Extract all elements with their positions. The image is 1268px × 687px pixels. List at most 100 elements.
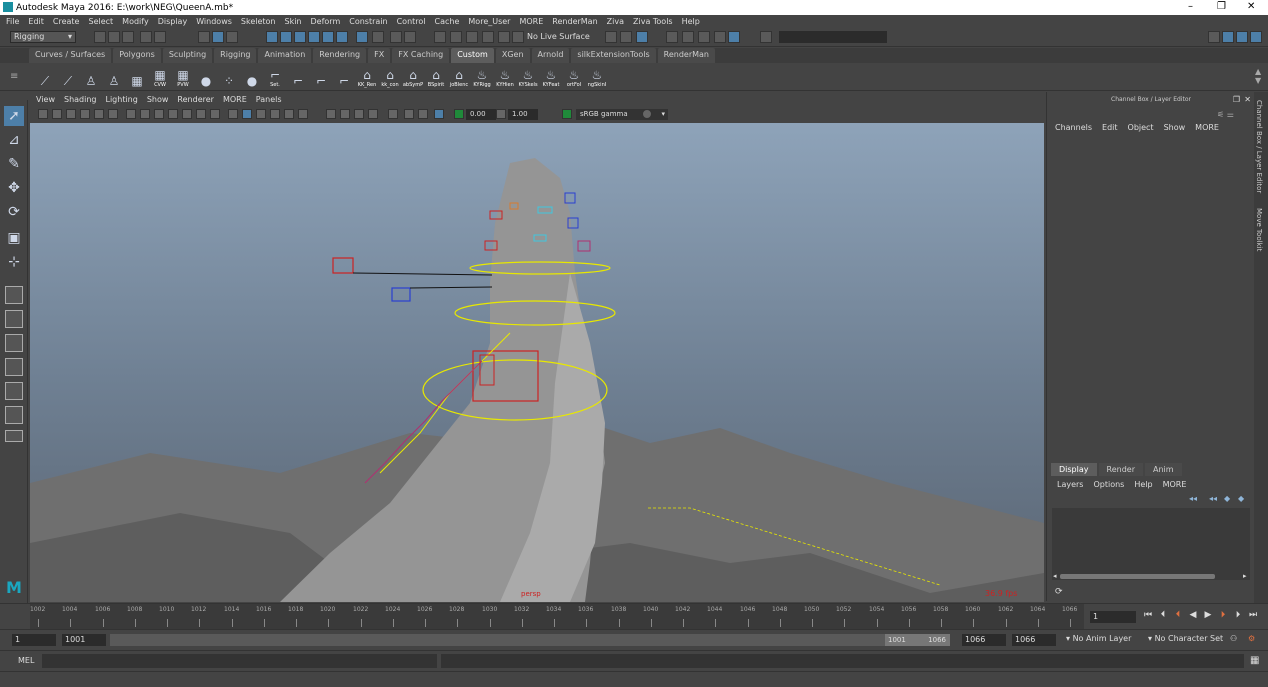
live-surface-label[interactable]: No Live Surface <box>527 32 590 41</box>
cb-menu-edit[interactable]: Edit <box>1102 123 1118 132</box>
rotate-tool-icon[interactable]: ⟳ <box>4 202 24 222</box>
snap-projected-icon[interactable] <box>308 31 320 43</box>
range-slider-handle[interactable]: 1001 1066 <box>885 634 950 646</box>
shelf-tab[interactable]: Sculpting <box>162 48 213 63</box>
camera-attr-icon[interactable] <box>52 109 62 119</box>
modeling-toolkit-icon[interactable] <box>1222 31 1234 43</box>
reload-icon[interactable]: ⟳ <box>1055 587 1063 597</box>
paint-select-icon[interactable]: ✎ <box>4 154 24 174</box>
anim-prefs-icon[interactable]: ⚙ <box>1248 634 1255 643</box>
magnet-icon[interactable] <box>404 31 416 43</box>
outliner-layout-icon[interactable] <box>5 358 23 376</box>
tweak-icon[interactable] <box>482 31 494 43</box>
snap-curve-icon[interactable] <box>280 31 292 43</box>
gate-mask-icon[interactable] <box>168 109 178 119</box>
restore-icon[interactable]: ❐ <box>1217 1 1226 12</box>
ambient-occlusion-icon[interactable] <box>340 109 350 119</box>
shelf-button-house[interactable]: ⌂ abSymP <box>402 66 424 88</box>
select-object-icon[interactable] <box>212 31 224 43</box>
menu-ziva-tools[interactable]: Ziva Tools <box>633 17 673 26</box>
menu-edit[interactable]: Edit <box>28 17 44 26</box>
close-panel-icon[interactable]: ✕ <box>1244 95 1251 104</box>
single-perspective-layout-icon[interactable] <box>5 286 23 304</box>
script-editor-icon[interactable]: ▦ <box>1250 655 1259 666</box>
cb-menu-show[interactable]: Show <box>1164 123 1186 132</box>
go-to-end-icon[interactable]: ⏭ <box>1247 610 1259 622</box>
isolate-select-icon[interactable] <box>388 109 398 119</box>
hypershade-icon[interactable] <box>666 31 678 43</box>
channel-box-options-icon[interactable]: ⚟ ⚌ <box>1217 110 1234 119</box>
light-editor-icon[interactable] <box>714 31 726 43</box>
shelf-button-figure[interactable]: ♙ <box>103 66 125 88</box>
last-tool-icon[interactable]: ⊹ <box>4 252 24 272</box>
shelf-button-cup[interactable]: ♨ KYHien <box>494 66 516 88</box>
menu-display[interactable]: Display <box>158 17 188 26</box>
default-material-icon[interactable] <box>256 109 266 119</box>
select-tool-icon[interactable]: ➚ <box>4 106 24 126</box>
playback-end-field[interactable]: 1066 <box>962 634 1006 646</box>
current-frame-field[interactable]: 1 <box>1090 611 1136 623</box>
shelf-tab[interactable]: FX Caching <box>392 48 450 63</box>
color-management-icon[interactable] <box>562 109 572 119</box>
shelf-tab[interactable]: RenderMan <box>657 48 715 63</box>
lasso-tool-icon[interactable]: ⊿ <box>4 130 24 150</box>
ipr-render-icon[interactable] <box>620 31 632 43</box>
step-forward-icon[interactable]: ⏵ <box>1232 610 1244 622</box>
panel-menu-shading[interactable]: Shading <box>64 95 97 106</box>
panel-menu-lighting[interactable]: Lighting <box>105 95 137 106</box>
shelf-button-sphere[interactable]: ● <box>195 66 217 88</box>
hypershade-layout-icon[interactable] <box>5 406 23 424</box>
smooth-shade-icon[interactable] <box>242 109 252 119</box>
save-scene-icon[interactable] <box>122 31 134 43</box>
shelf-button-joint[interactable]: ⌐ <box>310 66 332 88</box>
image-plane-icon[interactable] <box>80 109 90 119</box>
layout-options-icon[interactable] <box>5 430 23 442</box>
mel-label[interactable]: MEL <box>18 656 34 665</box>
panel-menu-panels[interactable]: Panels <box>256 95 282 106</box>
lights-icon[interactable] <box>298 109 308 119</box>
shelf-tab[interactable]: Curves / Surfaces <box>29 48 112 63</box>
gamma-icon[interactable] <box>496 109 506 119</box>
pin-icon[interactable] <box>498 31 510 43</box>
open-scene-icon[interactable] <box>108 31 120 43</box>
menu-constrain[interactable]: Constrain <box>349 17 387 26</box>
panel-menu-renderer[interactable]: Renderer <box>177 95 214 106</box>
grid-toggle-icon[interactable] <box>126 109 136 119</box>
menu-more[interactable]: MORE <box>519 17 543 26</box>
channel-list[interactable] <box>1051 135 1251 455</box>
shelf-tab[interactable]: silkExtensionTools <box>571 48 656 63</box>
minimize-icon[interactable]: – <box>1188 1 1193 12</box>
play-backward-icon[interactable]: ◀ <box>1187 610 1199 622</box>
anim-layer-dropdown[interactable]: ▾ No Anim Layer <box>1066 634 1131 643</box>
select-hierarchy-icon[interactable] <box>198 31 210 43</box>
wireframe-on-shaded-icon[interactable] <box>270 109 280 119</box>
layer-menu-more[interactable]: MORE <box>1163 480 1187 489</box>
shelf-scroll-icon[interactable]: ▲ ▼ <box>1255 67 1261 85</box>
character-set-dropdown[interactable]: ▾ No Character Set <box>1148 634 1223 643</box>
layer-menu-options[interactable]: Options <box>1093 480 1124 489</box>
shadows-icon[interactable] <box>326 109 336 119</box>
end-time-field[interactable]: 1066 <box>1012 634 1056 646</box>
menu-file[interactable]: File <box>6 17 19 26</box>
history-icon[interactable] <box>356 31 368 43</box>
new-layer-icon[interactable]: ◆ <box>1224 494 1230 503</box>
side-tab-move-toolkit[interactable]: Move Toolkit <box>1255 208 1263 251</box>
perspective-viewport[interactable]: persp 36.9 fps <box>30 123 1044 602</box>
undo-icon[interactable] <box>140 31 152 43</box>
shelf-button-cup[interactable]: ♨ ngSkinI <box>586 66 608 88</box>
render-frame-icon[interactable] <box>605 31 617 43</box>
layer-list[interactable] <box>1052 508 1250 580</box>
quick-input-field[interactable] <box>779 31 887 43</box>
resolution-gate-icon[interactable] <box>154 109 164 119</box>
step-forward-key-icon[interactable]: ⏵ <box>1217 610 1229 622</box>
exposure-field[interactable]: 0.00 <box>466 109 496 120</box>
move-tool-icon[interactable]: ✥ <box>4 178 24 198</box>
textured-icon[interactable] <box>284 109 294 119</box>
menu-more-user[interactable]: More_User <box>468 17 510 26</box>
menu-renderman[interactable]: RenderMan <box>552 17 597 26</box>
menu-control[interactable]: Control <box>397 17 426 26</box>
auto-key-icon[interactable]: ⚇ <box>1230 634 1237 643</box>
menu-windows[interactable]: Windows <box>196 17 232 26</box>
xray-icon[interactable] <box>404 109 414 119</box>
layer-tab-render[interactable]: Render <box>1098 463 1143 476</box>
